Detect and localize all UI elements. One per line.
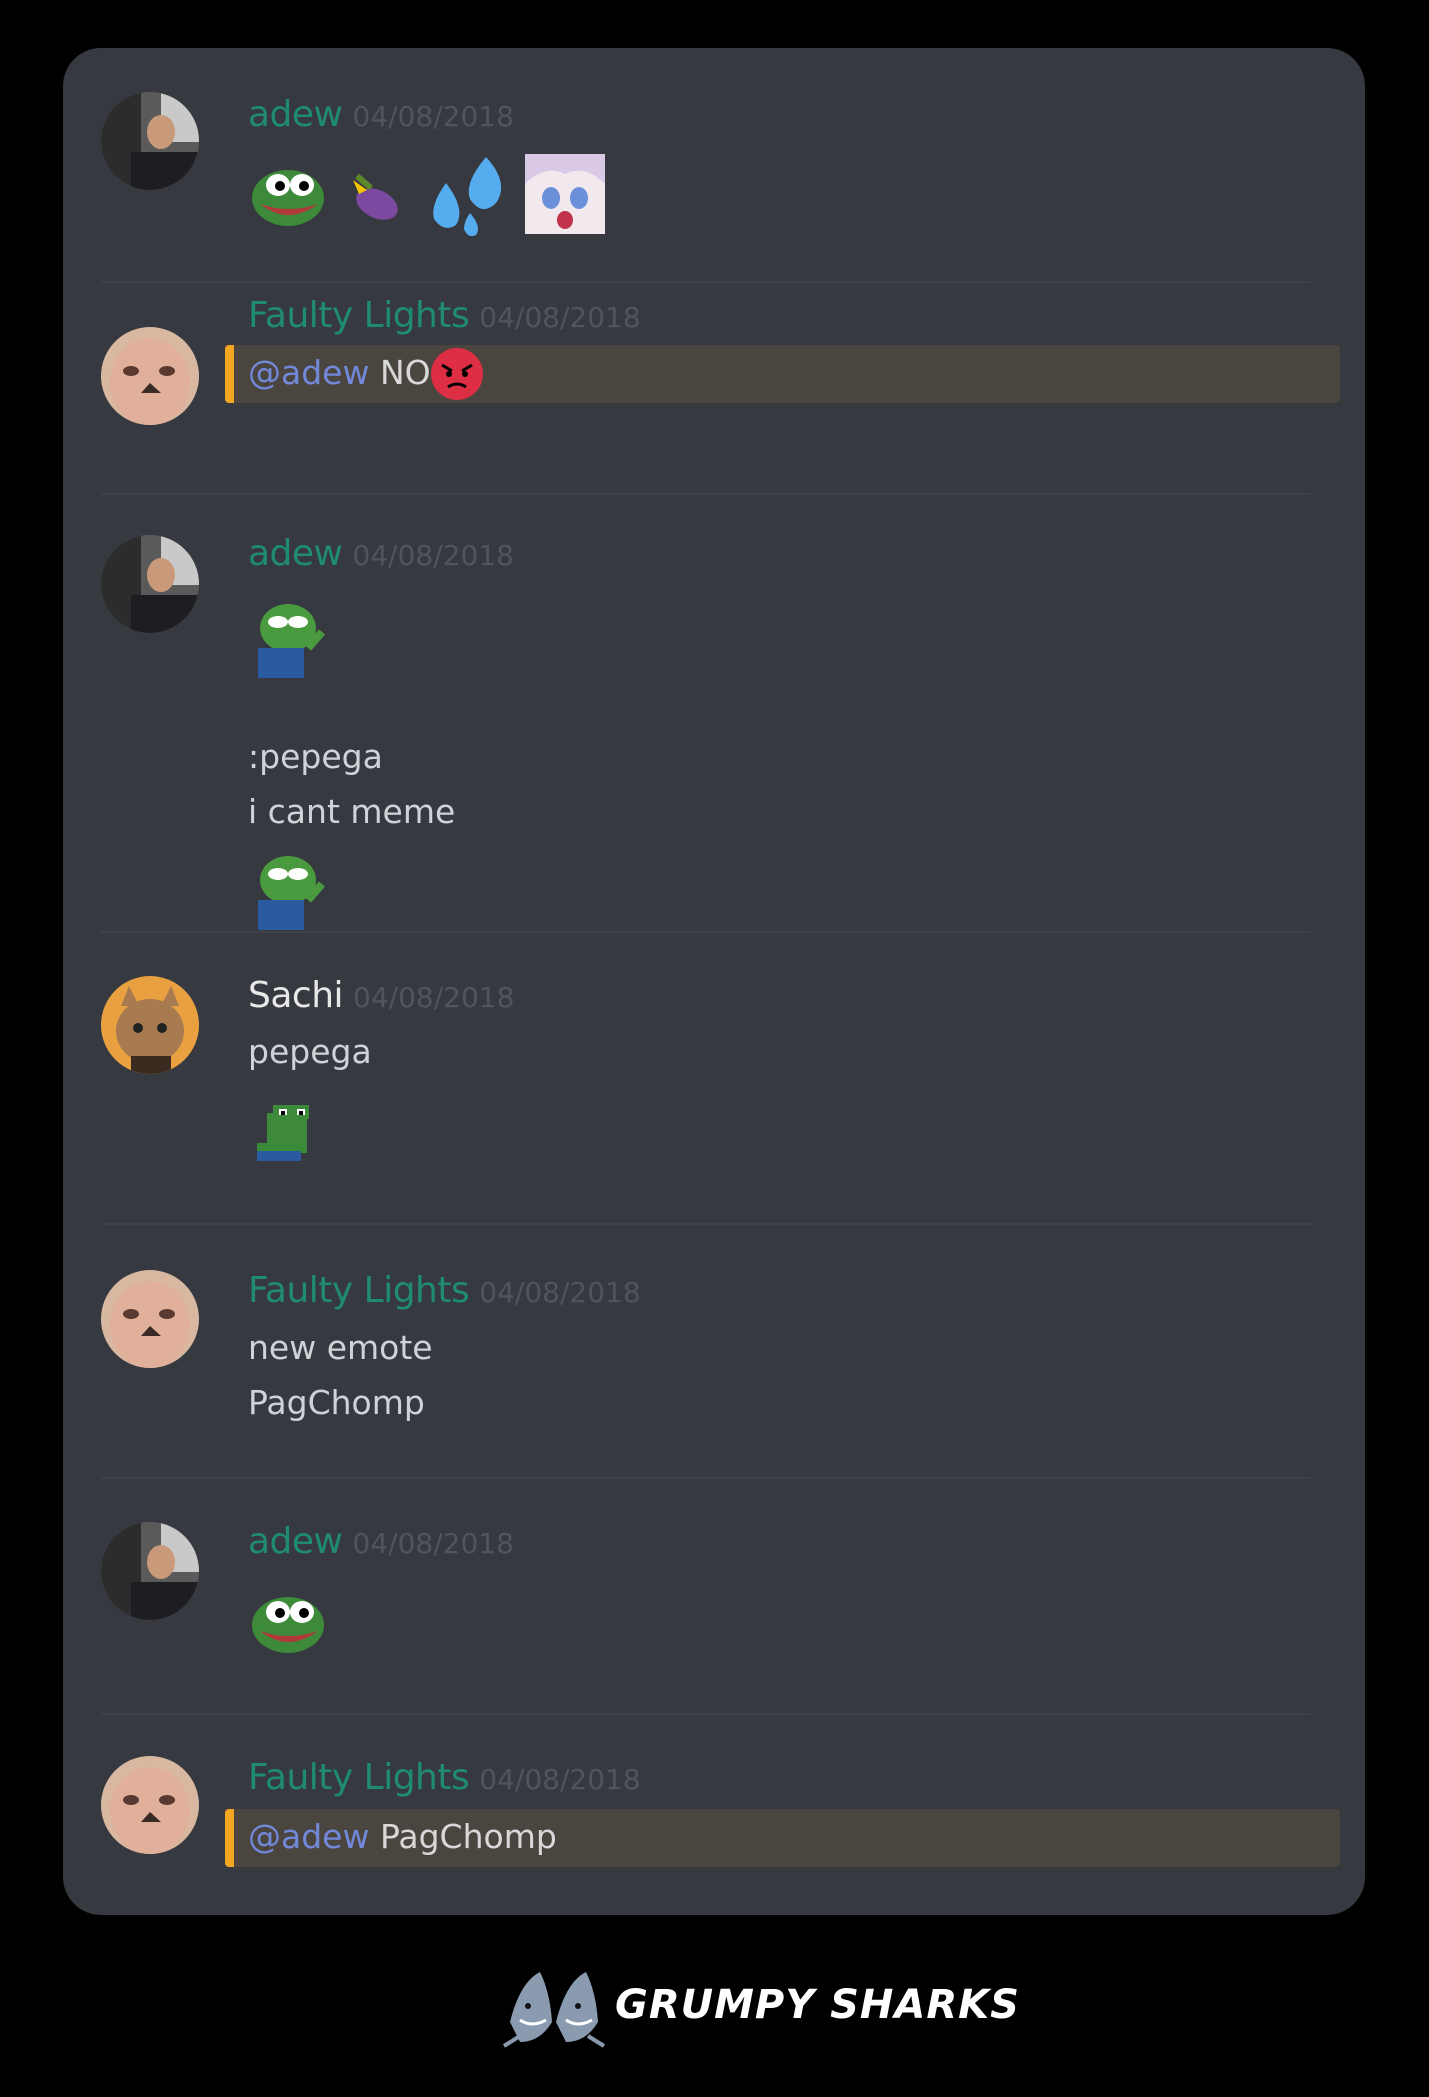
timestamp: 04/08/2018 [479,301,641,334]
pepe-cry-icon [248,850,328,930]
pepe-happy-icon [248,1587,328,1657]
mention-text: PagChomp [379,1817,557,1856]
message-header: Faulty Lights 04/08/2018 [248,295,641,336]
eggplant-icon [345,166,405,226]
message-3: adew 04/08/2018 :pepega i cant meme [63,495,1365,933]
avatar-adew[interactable] [101,535,199,633]
message-text: :pepega [248,737,383,776]
timestamp: 04/08/2018 [479,1763,641,1796]
timestamp: 04/08/2018 [352,100,514,133]
avatar-adew[interactable] [101,92,199,190]
pepe-pixel-icon [253,1105,325,1165]
sweat-drops-icon [426,153,510,237]
brand-name: GRUMPY SHARKS [615,1982,1020,2028]
author-name[interactable]: adew [248,533,343,574]
message-4: Sachi 04/08/2018 pepega [63,933,1365,1225]
message-text: pepega [248,1032,372,1071]
chat-panel: adew 04/08/2018 Faulty Lights 04/08/2018 @… [63,48,1365,1915]
pepe-cry-icon [248,598,328,678]
mention-highlight: @adew PagChomp [225,1809,1340,1867]
message-text: i cant meme [248,792,456,831]
pepe-happy-icon [248,160,328,230]
message-2: Faulty Lights 04/08/2018 @adew NO [63,283,1365,495]
author-name[interactable]: adew [248,94,343,135]
user-mention[interactable]: @adew [248,1817,369,1856]
avatar-faulty-lights[interactable] [101,1270,199,1368]
message-header: Faulty Lights 04/08/2018 [248,1270,641,1311]
message-header: adew 04/08/2018 [248,94,514,135]
message-5: Faulty Lights 04/08/2018 new emote PagCho… [63,1225,1365,1479]
author-name[interactable]: adew [248,1521,343,1562]
message-header: Faulty Lights 04/08/2018 [248,1757,641,1798]
message-header: adew 04/08/2018 [248,533,514,574]
angry-face-icon [430,347,484,401]
timestamp: 04/08/2018 [353,981,515,1014]
author-name[interactable]: Faulty Lights [248,1757,470,1798]
message-6: adew 04/08/2018 [63,1479,1365,1715]
mention-highlight: @adew NO [225,345,1340,403]
message-text: PagChomp [248,1383,425,1422]
author-name[interactable]: Faulty Lights [248,1270,470,1311]
avatar-adew[interactable] [101,1522,199,1620]
author-name[interactable]: Faulty Lights [248,295,470,336]
message-text: new emote [248,1328,433,1367]
timestamp: 04/08/2018 [352,539,514,572]
message-header: adew 04/08/2018 [248,1521,514,1562]
avatar-sachi[interactable] [101,976,199,1074]
user-mention[interactable]: @adew [248,353,369,392]
message-1: adew 04/08/2018 [63,48,1365,283]
mention-text: NO [379,353,431,392]
author-name[interactable]: Sachi [248,975,344,1016]
footer-brand: GRUMPY SHARKS [500,1962,1019,2052]
shark-logo-icon [500,1962,608,2058]
message-text: @adew NO [248,353,431,392]
message-text: @adew PagChomp [248,1817,557,1856]
avatar-faulty-lights[interactable] [101,327,199,425]
message-7: Faulty Lights 04/08/2018 @adew PagChomp [63,1715,1365,1915]
avatar-faulty-lights[interactable] [101,1756,199,1854]
timestamp: 04/08/2018 [479,1276,641,1309]
anime-girl-icon [525,154,605,234]
timestamp: 04/08/2018 [352,1527,514,1560]
message-header: Sachi 04/08/2018 [248,975,514,1016]
